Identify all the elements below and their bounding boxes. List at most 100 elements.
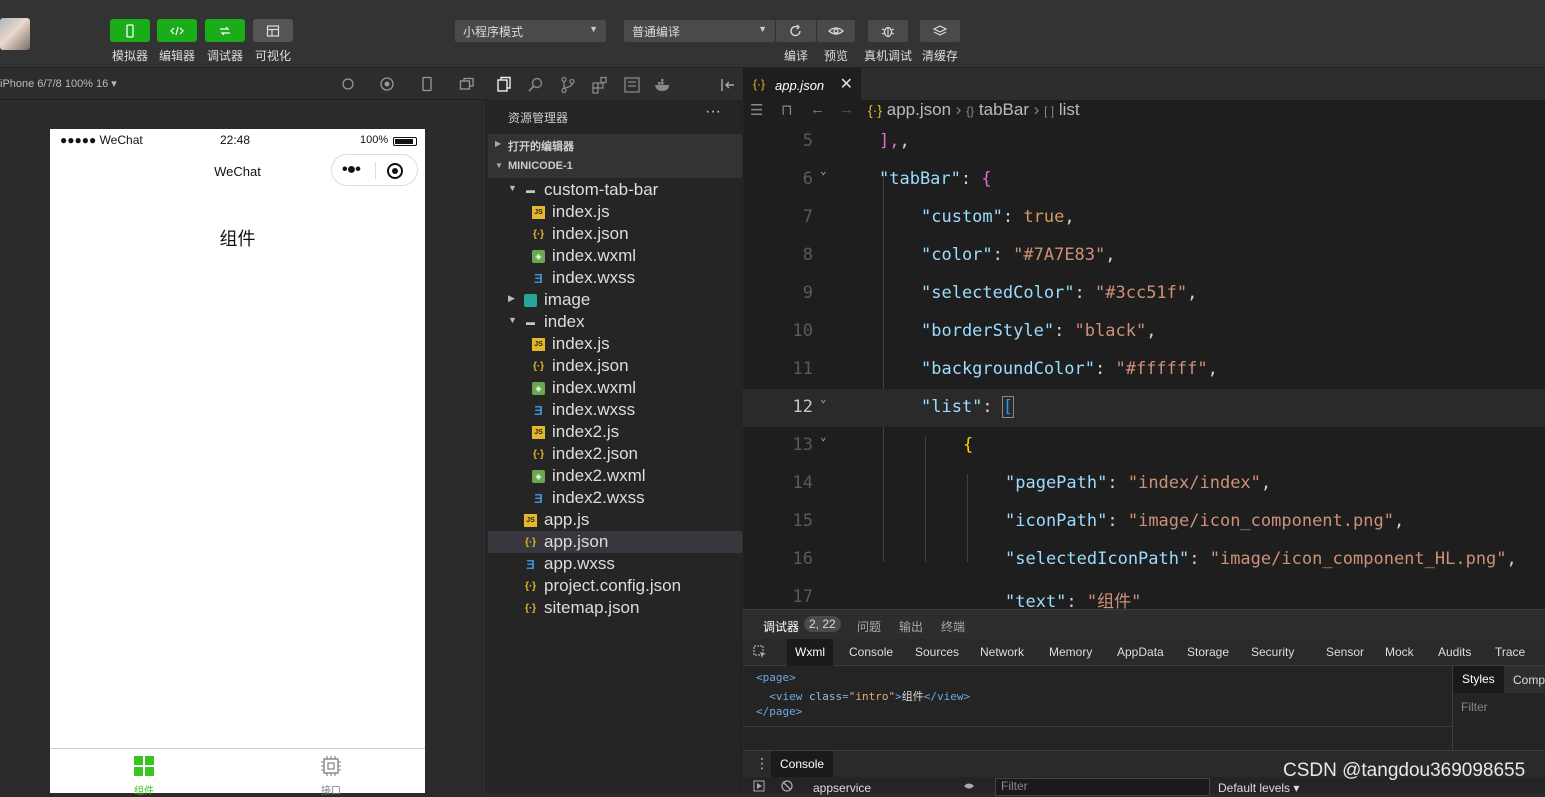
code-line[interactable]: 8 "color": "#7A7E83",	[743, 237, 1545, 275]
devtools-tab-appdata[interactable]: AppData	[1117, 645, 1164, 659]
wxml-node[interactable]: </page>	[756, 705, 802, 718]
breadcrumb-item-list[interactable]: list	[1059, 100, 1080, 119]
file-tree-item[interactable]: ▼ ▬ index	[488, 311, 742, 333]
file-tree-item[interactable]: Ǝindex.wxss	[488, 267, 742, 289]
devtools-tab-console[interactable]: Console	[849, 645, 893, 659]
file-tree-item[interactable]: ▼ ▬ custom-tab-bar	[488, 179, 742, 201]
devtools-tab-sensor[interactable]: Sensor	[1326, 645, 1364, 659]
file-tree-item[interactable]: ▶ image	[488, 289, 742, 311]
wxml-tree[interactable]: <page> <view class="intro">组件</view> </pa…	[743, 666, 1452, 726]
tab-computed[interactable]: Comp	[1513, 673, 1545, 687]
rotate-icon[interactable]	[340, 76, 356, 92]
tab-terminal[interactable]: 终端	[941, 618, 965, 635]
devtools-tab-audits[interactable]: Audits	[1438, 645, 1471, 659]
files-icon[interactable]	[495, 76, 513, 94]
code-line[interactable]: 11 "backgroundColor": "#ffffff",	[743, 351, 1545, 389]
docker-icon[interactable]	[654, 76, 672, 94]
cloud-db-icon[interactable]	[623, 76, 641, 94]
file-tree-item[interactable]: {·} index.json	[488, 223, 742, 245]
devtools-tab-security[interactable]: Security	[1251, 645, 1294, 659]
mode-select[interactable]: 小程序模式 ▼	[455, 20, 606, 42]
console-filter-input[interactable]: Filter	[995, 778, 1210, 796]
file-tree-item[interactable]: JS app.js	[488, 509, 742, 531]
remote-debug-button[interactable]	[868, 20, 908, 42]
file-tree-item[interactable]: JS index.js	[488, 333, 742, 355]
file-tree-item[interactable]: Ǝindex.wxss	[488, 399, 742, 421]
wxml-node[interactable]: <view class="intro">组件</view>	[756, 688, 970, 704]
more-dots-icon[interactable]: •●•	[342, 161, 361, 179]
file-tree-item[interactable]: {·} index.json	[488, 355, 742, 377]
file-tree-item[interactable]: ◈ index.wxml	[488, 245, 742, 267]
file-tree-item[interactable]: {·} app.json	[488, 531, 742, 553]
code-line[interactable]: 6 ⌄ "tabBar": {	[743, 161, 1545, 199]
tab-app-json[interactable]: {·} app.json ✕	[743, 68, 861, 100]
clear-console-icon[interactable]	[781, 780, 793, 792]
file-tree-item[interactable]: JS index2.js	[488, 421, 742, 443]
code-editor[interactable]: 5],, 6 ⌄ "tabBar": {7 "custom": true, 8 "color…	[743, 122, 1545, 609]
close-icon[interactable]: ✕	[840, 74, 853, 94]
preview-button[interactable]	[817, 20, 855, 42]
code-line[interactable]: 17 "text": "组件"	[743, 579, 1545, 609]
breadcrumb-item-file[interactable]: app.json	[887, 100, 951, 119]
code-line[interactable]: 15 "iconPath": "image/icon_component.png"…	[743, 503, 1545, 541]
code-line[interactable]: 16 "selectedIconPath": "image/icon_compon…	[743, 541, 1545, 579]
devtools-tab-memory[interactable]: Memory	[1049, 645, 1092, 659]
code-line[interactable]: 10 "borderStyle": "black",	[743, 313, 1545, 351]
eye-icon[interactable]	[963, 780, 975, 792]
file-tree-item[interactable]: {·} sitemap.json	[488, 597, 742, 619]
close-target-icon[interactable]	[387, 163, 403, 179]
forward-arrow-icon[interactable]: →	[839, 101, 854, 118]
devtools-tab-mock[interactable]: Mock	[1385, 645, 1414, 659]
file-tree-item[interactable]: Ǝindex2.wxss	[488, 487, 742, 509]
project-section[interactable]: ▼ MINICODE-1	[488, 156, 742, 178]
fold-chevron-icon[interactable]: ⌄	[820, 430, 827, 443]
extensions-icon[interactable]	[591, 76, 609, 94]
inspect-element-icon[interactable]	[753, 645, 767, 659]
collapse-panel-icon[interactable]	[719, 76, 737, 94]
devtools-tab-trace[interactable]: Trace	[1495, 645, 1525, 659]
file-tree-item[interactable]: ◈ index.wxml	[488, 377, 742, 399]
play-icon[interactable]	[753, 780, 765, 792]
code-line[interactable]: 13 ⌄ {	[743, 427, 1545, 465]
wxml-node[interactable]: <page>	[756, 671, 796, 684]
kebab-menu-icon[interactable]: ⋮	[755, 755, 769, 772]
compile-select[interactable]: 普通编译 ▼	[624, 20, 775, 42]
tab-problems[interactable]: 问题	[857, 618, 881, 635]
devtools-tab-network[interactable]: Network	[980, 645, 1024, 659]
file-tree-item[interactable]: ◈ index2.wxml	[488, 465, 742, 487]
styles-filter-input[interactable]: Filter	[1461, 700, 1488, 714]
code-line[interactable]: 9 "selectedColor": "#3cc51f",	[743, 275, 1545, 313]
record-icon[interactable]	[379, 76, 395, 92]
tab-console[interactable]: Console	[771, 751, 834, 778]
tab-output[interactable]: 输出	[899, 618, 923, 635]
clear-cache-button[interactable]	[920, 20, 960, 42]
code-line[interactable]: 5],,	[743, 123, 1545, 161]
source-control-icon[interactable]	[559, 76, 577, 94]
code-line[interactable]: 14 "pagePath": "index/index",	[743, 465, 1545, 503]
menu-capsule[interactable]: •●•	[331, 154, 418, 186]
device-icon[interactable]	[419, 76, 435, 92]
tab-debugger[interactable]: 调试器	[763, 618, 799, 635]
tab-api[interactable]: 接口	[301, 755, 361, 797]
breadcrumb-item-tabbar[interactable]: tabBar	[979, 100, 1029, 119]
avatar[interactable]	[0, 18, 30, 50]
back-arrow-icon[interactable]: ←	[810, 101, 825, 118]
file-tree-item[interactable]: {·} index2.json	[488, 443, 742, 465]
search-icon[interactable]	[527, 76, 545, 94]
file-tree-item[interactable]: Ǝapp.wxss	[488, 553, 742, 575]
open-editors-section[interactable]: ▶ 打开的编辑器	[488, 134, 742, 156]
fold-chevron-icon[interactable]: ⌄	[820, 392, 827, 405]
detach-window-icon[interactable]	[459, 76, 475, 92]
devtools-tab-storage[interactable]: Storage	[1187, 645, 1229, 659]
devtools-tab-wxml[interactable]: Wxml	[787, 639, 833, 666]
list-icon[interactable]: ☰	[750, 101, 763, 119]
tab-components[interactable]: 组件	[114, 755, 174, 797]
file-tree-item[interactable]: {·} project.config.json	[488, 575, 742, 597]
compile-button[interactable]	[776, 20, 816, 42]
code-line[interactable]: 7 "custom": true,	[743, 199, 1545, 237]
device-select[interactable]: iPhone 6/7/8 100% 16 ▾	[0, 77, 117, 90]
simulator-button[interactable]	[110, 19, 150, 42]
debugger-button[interactable]	[205, 19, 245, 42]
more-actions-icon[interactable]: ···	[705, 103, 721, 121]
visual-button[interactable]	[253, 19, 293, 42]
